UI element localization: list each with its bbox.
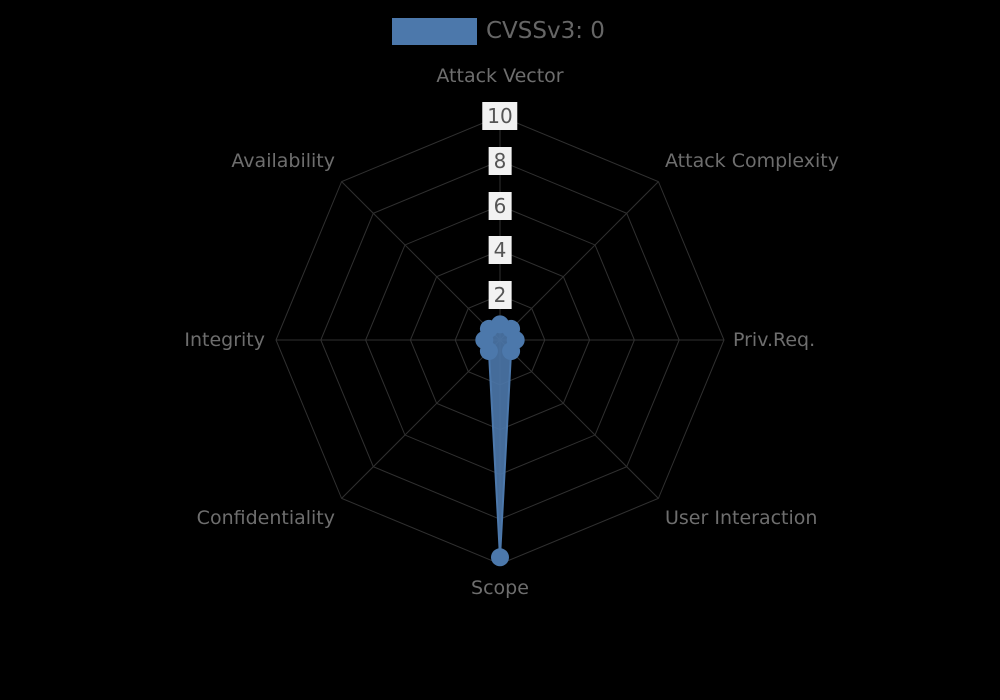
radial-tick-4: 4: [488, 236, 512, 265]
radar-chart: CVSSv3: 0 Attack Vector Attack Complexit…: [0, 0, 1000, 700]
axis-label-availability: Availability: [231, 150, 335, 172]
axis-label-integrity: Integrity: [184, 329, 265, 351]
radial-tick-8: 8: [488, 146, 512, 175]
axis-label-priv-req: Priv.Req.: [733, 329, 816, 351]
axis-label-user-interaction: User Interaction: [665, 507, 818, 529]
axis-label-attack-vector: Attack Vector: [436, 65, 564, 87]
radial-tick-10: 10: [482, 102, 518, 130]
axis-label-confidentiality: Confidentiality: [196, 507, 335, 529]
axis-label-attack-complexity: Attack Complexity: [665, 150, 840, 172]
radial-tick-6: 6: [488, 191, 512, 220]
radial-tick-2: 2: [488, 281, 512, 310]
axis-label-scope: Scope: [471, 577, 529, 599]
